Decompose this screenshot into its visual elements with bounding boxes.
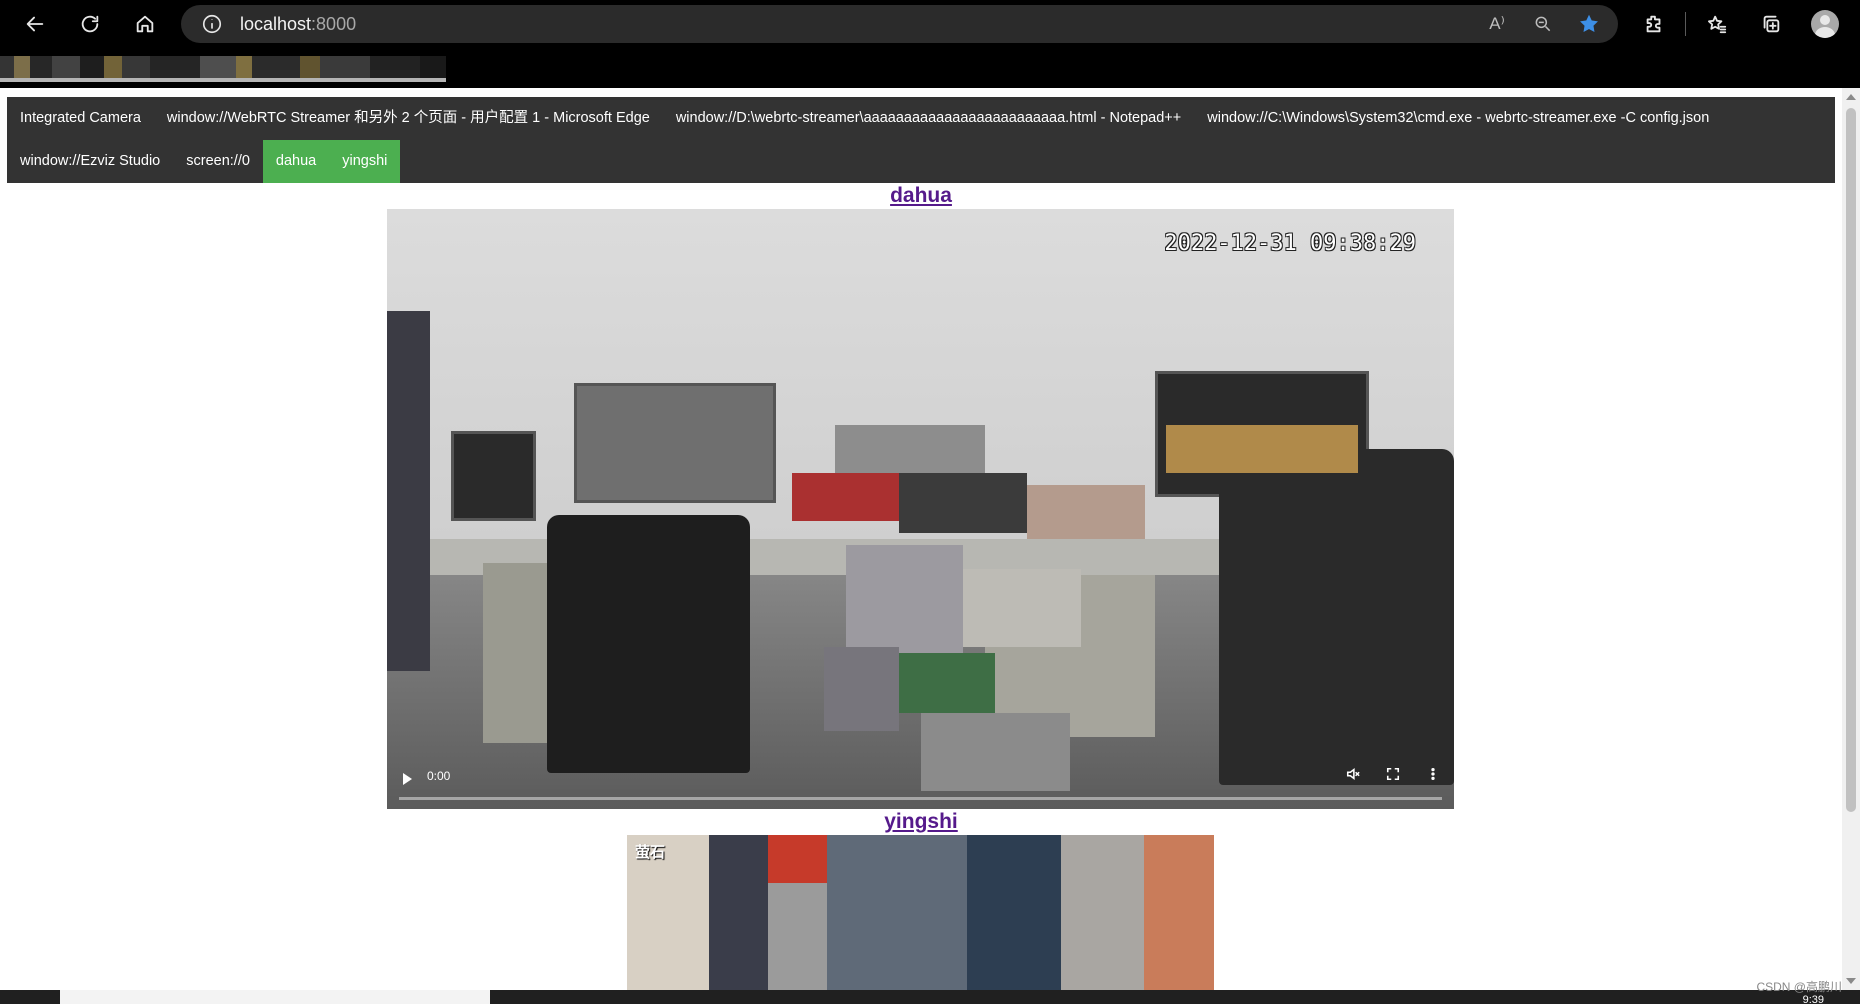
yingshi-title-link[interactable]: yingshi	[0, 809, 1842, 835]
taskbar-clock[interactable]: 9:39	[1803, 994, 1824, 1004]
refresh-button[interactable]	[70, 4, 110, 44]
stream-link[interactable]: yingshi	[329, 140, 401, 183]
stream-link[interactable]: window://Ezviz Studio	[7, 140, 173, 183]
stream-link[interactable]: Integrated Camera	[7, 97, 154, 140]
mosaic-block	[1143, 835, 1214, 990]
zoom-icon[interactable]	[1528, 9, 1558, 39]
mute-icon[interactable]	[1346, 767, 1360, 781]
address-bar-actions: A⁾	[1482, 5, 1604, 43]
scene-monitor-center	[573, 383, 777, 503]
fullscreen-icon[interactable]	[1386, 767, 1400, 781]
yingshi-logo: 萤石	[635, 844, 666, 861]
scrollbar-thumb[interactable]	[1846, 108, 1856, 812]
toolbar-divider	[1685, 12, 1686, 36]
mosaic-block	[967, 835, 1062, 990]
video-progress-bar[interactable]	[399, 797, 1442, 800]
yingshi-video[interactable]: 萤石	[627, 835, 1214, 990]
back-button[interactable]	[15, 4, 55, 44]
dahua-section: dahua	[0, 183, 1842, 209]
scene-left-edge	[387, 311, 430, 671]
video-timestamp: 2022-12-31 09:38:29	[1164, 231, 1416, 256]
favorites-bar	[0, 48, 1860, 88]
page-scrollbar[interactable]	[1842, 88, 1860, 990]
home-button[interactable]	[125, 4, 165, 44]
extensions-button[interactable]	[1627, 4, 1681, 44]
stream-link[interactable]: dahua	[262, 140, 330, 183]
scroll-down-icon[interactable]	[1846, 978, 1856, 984]
favorites-button[interactable]	[1690, 4, 1744, 44]
taskbar-search[interactable]	[60, 990, 490, 1004]
favorites-list-icon	[1708, 15, 1727, 34]
mosaic-block	[835, 425, 985, 473]
video-time: 0:00	[427, 769, 451, 783]
avatar-icon	[1811, 10, 1839, 38]
scene-monitor-left	[451, 431, 537, 521]
stream-nav: Integrated Camera window://WebRTC Streame…	[7, 97, 1835, 183]
home-icon	[136, 15, 154, 33]
stream-link[interactable]: window://WebRTC Streamer 和另外 2 个页面 - 用户配…	[154, 97, 663, 140]
puzzle-icon	[1646, 15, 1661, 33]
mosaic-block	[792, 473, 900, 521]
url-host: localhost	[240, 13, 312, 34]
scene-box	[1165, 425, 1358, 473]
favorite-star-icon[interactable]	[1574, 9, 1604, 39]
mosaic-block	[709, 835, 768, 990]
scroll-up-icon[interactable]	[1846, 94, 1856, 100]
browser-toolbar: localhost:8000 A⁾	[0, 0, 1860, 48]
read-aloud-icon[interactable]: A⁾	[1482, 9, 1512, 39]
mosaic-block	[963, 569, 1081, 647]
site-info-icon[interactable]	[201, 13, 223, 35]
stream-link[interactable]: window://D:\webrtc-streamer\aaaaaaaaaaaa…	[663, 97, 1194, 140]
mosaic-block	[845, 545, 964, 653]
collections-button[interactable]	[1744, 4, 1798, 44]
video-controls-right	[1346, 767, 1440, 781]
taskbar	[0, 990, 1860, 1004]
mosaic-block	[899, 473, 1028, 533]
favorites-bar-blurred	[0, 56, 446, 82]
yingshi-section: yingshi	[0, 809, 1842, 835]
watermark: CSDN @高鹏川	[1756, 980, 1842, 994]
dahua-title-link[interactable]: dahua	[0, 183, 1842, 209]
mosaic-block	[767, 835, 827, 883]
more-options-icon[interactable]	[1426, 767, 1440, 781]
stream-link[interactable]: window://C:\Windows\System32\cmd.exe - w…	[1194, 97, 1722, 140]
scene-chair-right	[1219, 449, 1454, 785]
video-controls: 0:00	[387, 749, 1454, 809]
address-bar[interactable]: localhost:8000 A⁾	[181, 5, 1618, 43]
collections-icon	[1763, 15, 1780, 33]
mosaic-block	[824, 647, 900, 731]
refresh-icon	[81, 15, 99, 33]
browser-actions	[1627, 0, 1860, 48]
profile-button[interactable]	[1798, 4, 1852, 44]
arrow-left-icon	[26, 16, 44, 32]
mosaic-block	[826, 835, 968, 990]
stream-link[interactable]: screen://0	[173, 140, 263, 183]
dahua-video[interactable]: 2022-12-31 09:38:29 0:00	[387, 209, 1454, 809]
mosaic-block	[1027, 485, 1145, 539]
scene-chair-left	[547, 515, 750, 773]
url-port: :8000	[311, 13, 357, 34]
mosaic-block	[1061, 835, 1144, 990]
play-icon[interactable]	[403, 773, 412, 785]
page-viewport: Integrated Camera window://WebRTC Streame…	[0, 88, 1860, 990]
mosaic-block	[899, 653, 996, 713]
url-text[interactable]: localhost:8000	[240, 14, 356, 35]
